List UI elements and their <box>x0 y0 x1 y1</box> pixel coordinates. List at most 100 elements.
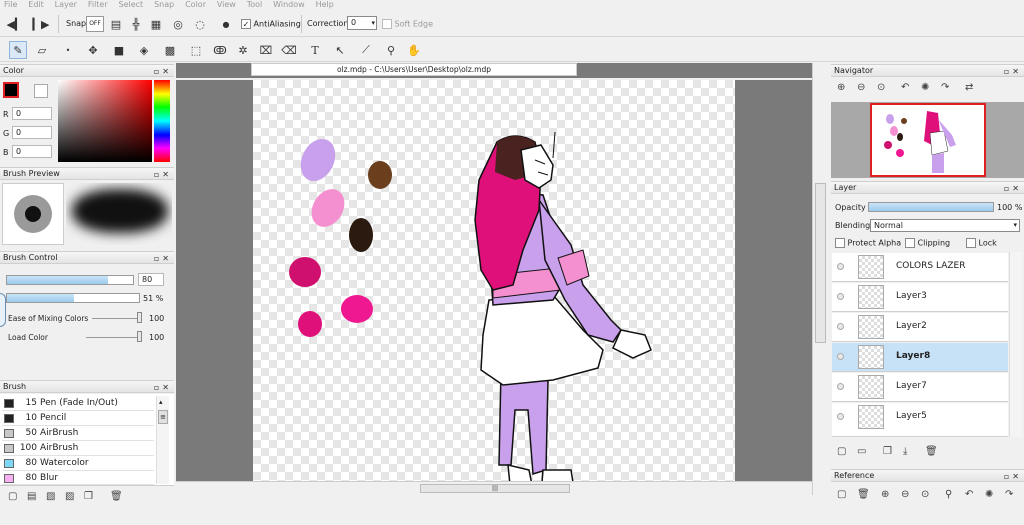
eye-icon[interactable] <box>837 413 844 420</box>
correction-select[interactable]: 0 ▾ <box>347 16 377 30</box>
eyedropper-tool-icon[interactable]: ⚲ <box>382 41 400 59</box>
brush-list-scrollbar[interactable]: ▴ ≡ <box>156 396 169 484</box>
brush-size-slider[interactable] <box>6 275 134 285</box>
menu-view[interactable]: View <box>213 1 240 9</box>
gradient-tool-icon[interactable]: ▩ <box>161 41 179 59</box>
layer-row[interactable]: COLORS LAZER <box>832 253 1008 282</box>
brush-item[interactable]: 100 AirBrush <box>2 441 154 456</box>
menu-snap[interactable]: Snap <box>150 1 178 9</box>
magic-wand-tool-icon[interactable]: ✲ <box>234 41 252 59</box>
layer-list-scrollbar[interactable] <box>1009 252 1022 437</box>
trash-icon[interactable]: 🗑 <box>110 491 123 502</box>
brush-item[interactable]: 80 Watercolor <box>2 456 154 471</box>
soft-edge-checkbox[interactable] <box>382 19 392 29</box>
lock-checkbox[interactable] <box>966 238 976 248</box>
saturation-value-picker[interactable] <box>58 80 152 162</box>
brush-item[interactable]: 10 Pencil <box>2 411 154 426</box>
zoom-in-icon[interactable]: ⊕ <box>837 82 845 93</box>
canvas-area[interactable]: olz.mdp - C:\Users\User\Desktop\olz.mdp <box>176 63 828 495</box>
brush-item[interactable]: 15 Pen (Fade In/Out) <box>2 396 154 411</box>
rect-fill-tool-icon[interactable]: ■ <box>110 41 128 59</box>
b-input[interactable]: 0 <box>12 145 52 158</box>
menu-edit[interactable]: Edit <box>24 1 48 9</box>
antialiasing-checkbox[interactable]: ✓ <box>241 19 251 29</box>
snap-concentric-icon[interactable]: ◎ <box>169 15 187 33</box>
panel-controls-icon[interactable]: ▫✕ <box>1004 471 1022 483</box>
next-icon[interactable]: ▎▶ <box>32 15 50 33</box>
layer-row-selected[interactable]: Layer8 <box>832 343 1008 372</box>
layer-row[interactable]: Layer2 <box>832 313 1008 342</box>
eye-icon[interactable] <box>837 353 844 360</box>
menu-file[interactable]: File <box>0 1 21 9</box>
menu-help[interactable]: Help <box>312 1 338 9</box>
snap-cross-icon[interactable]: ╬ <box>127 15 145 33</box>
snap-grid-icon[interactable]: ▦ <box>147 15 165 33</box>
export-brush-icon[interactable]: ▨ <box>65 491 74 502</box>
text-tool-icon[interactable]: T <box>306 41 324 59</box>
zoom-reset-icon[interactable]: ⊙ <box>921 489 929 500</box>
horizontal-scrollbar[interactable]: ||| <box>176 481 812 495</box>
eye-icon[interactable] <box>837 323 844 330</box>
rotate-right-icon[interactable]: ↷ <box>1005 489 1013 500</box>
document-tab[interactable]: olz.mdp - C:\Users\User\Desktop\olz.mdp <box>251 63 577 76</box>
dot-icon[interactable]: ● <box>217 15 235 33</box>
brush-item[interactable]: 50 AirBrush <box>2 426 154 441</box>
rotate-settings-icon[interactable]: ✺ <box>985 489 993 500</box>
eyedropper-icon[interactable]: ⚲ <box>945 489 952 500</box>
duplicate-layer-icon[interactable]: ❐ <box>883 446 892 457</box>
horizontal-scroll-thumb[interactable]: ||| <box>420 484 570 493</box>
navigator-frame[interactable] <box>870 103 986 177</box>
panel-controls-icon[interactable]: ▫✕ <box>1004 183 1022 195</box>
eye-icon[interactable] <box>837 383 844 390</box>
pen-tool-icon[interactable]: ✎ <box>9 41 27 59</box>
drawing-canvas[interactable] <box>253 80 735 495</box>
bucket-tool-icon[interactable]: ◈ <box>135 41 153 59</box>
hue-slider[interactable] <box>154 80 170 162</box>
layer-opacity-slider[interactable] <box>868 202 994 212</box>
rotate-left-icon[interactable]: ↶ <box>901 82 909 93</box>
duplicate-brush-icon[interactable]: ❐ <box>84 491 93 502</box>
menu-color[interactable]: Color <box>181 1 210 9</box>
zoom-in-icon[interactable]: ⊕ <box>881 489 889 500</box>
prev-icon[interactable]: ◀▎ <box>6 15 24 33</box>
menu-window[interactable]: Window <box>269 1 309 9</box>
eraser-tool-icon[interactable]: ▱ <box>33 41 51 59</box>
snap-curve-icon[interactable]: ◌ <box>191 15 209 33</box>
brush-folder-icon[interactable]: ▤ <box>27 491 36 502</box>
r-input[interactable]: 0 <box>12 107 52 120</box>
panel-controls-icon[interactable]: ▫✕ <box>154 66 172 78</box>
brush-opacity-slider[interactable] <box>6 293 140 303</box>
lasso-tool-icon[interactable]: ↂ <box>211 41 229 59</box>
new-layer-icon[interactable]: ▢ <box>837 446 846 457</box>
side-tab[interactable] <box>0 293 6 327</box>
hand-tool-icon[interactable]: ✋ <box>405 41 423 59</box>
menu-filter[interactable]: Filter <box>84 1 112 9</box>
rotate-settings-icon[interactable]: ✺ <box>921 82 929 93</box>
eye-icon[interactable] <box>837 293 844 300</box>
scroll-up-icon[interactable]: ▴ <box>159 398 163 406</box>
dot-size-icon[interactable]: • <box>59 41 77 59</box>
select-pen-tool-icon[interactable]: ⌧ <box>257 41 275 59</box>
vertical-scrollbar[interactable] <box>812 63 828 495</box>
menu-layer[interactable]: Layer <box>51 1 81 9</box>
new-folder-icon[interactable]: ▭ <box>857 446 866 457</box>
layer-row[interactable]: Layer7 <box>832 373 1008 402</box>
load-color-slider-thumb[interactable] <box>137 331 142 342</box>
panel-controls-icon[interactable]: ▫✕ <box>154 169 172 181</box>
brush-size-input[interactable]: 80 <box>138 273 164 286</box>
protect-alpha-checkbox[interactable] <box>835 238 845 248</box>
new-brush-icon[interactable]: ▢ <box>8 491 17 502</box>
menu-select[interactable]: Select <box>115 1 148 9</box>
rotate-left-icon[interactable]: ↶ <box>965 489 973 500</box>
navigator-preview[interactable] <box>831 102 1024 178</box>
layer-row[interactable]: Layer3 <box>832 283 1008 312</box>
divide-tool-icon[interactable]: ⟋ <box>357 41 375 59</box>
new-reference-icon[interactable]: ▢ <box>837 489 846 500</box>
secondary-color-swatch[interactable] <box>34 84 48 98</box>
snap-off-button[interactable]: OFF <box>86 16 104 32</box>
trash-icon[interactable]: 🗑 <box>857 489 870 500</box>
menu-tool[interactable]: Tool <box>243 1 267 9</box>
layer-row[interactable]: Layer5 <box>832 403 1008 437</box>
blending-select[interactable]: Normal ▾ <box>870 219 1020 232</box>
import-brush-icon[interactable]: ▧ <box>46 491 55 502</box>
